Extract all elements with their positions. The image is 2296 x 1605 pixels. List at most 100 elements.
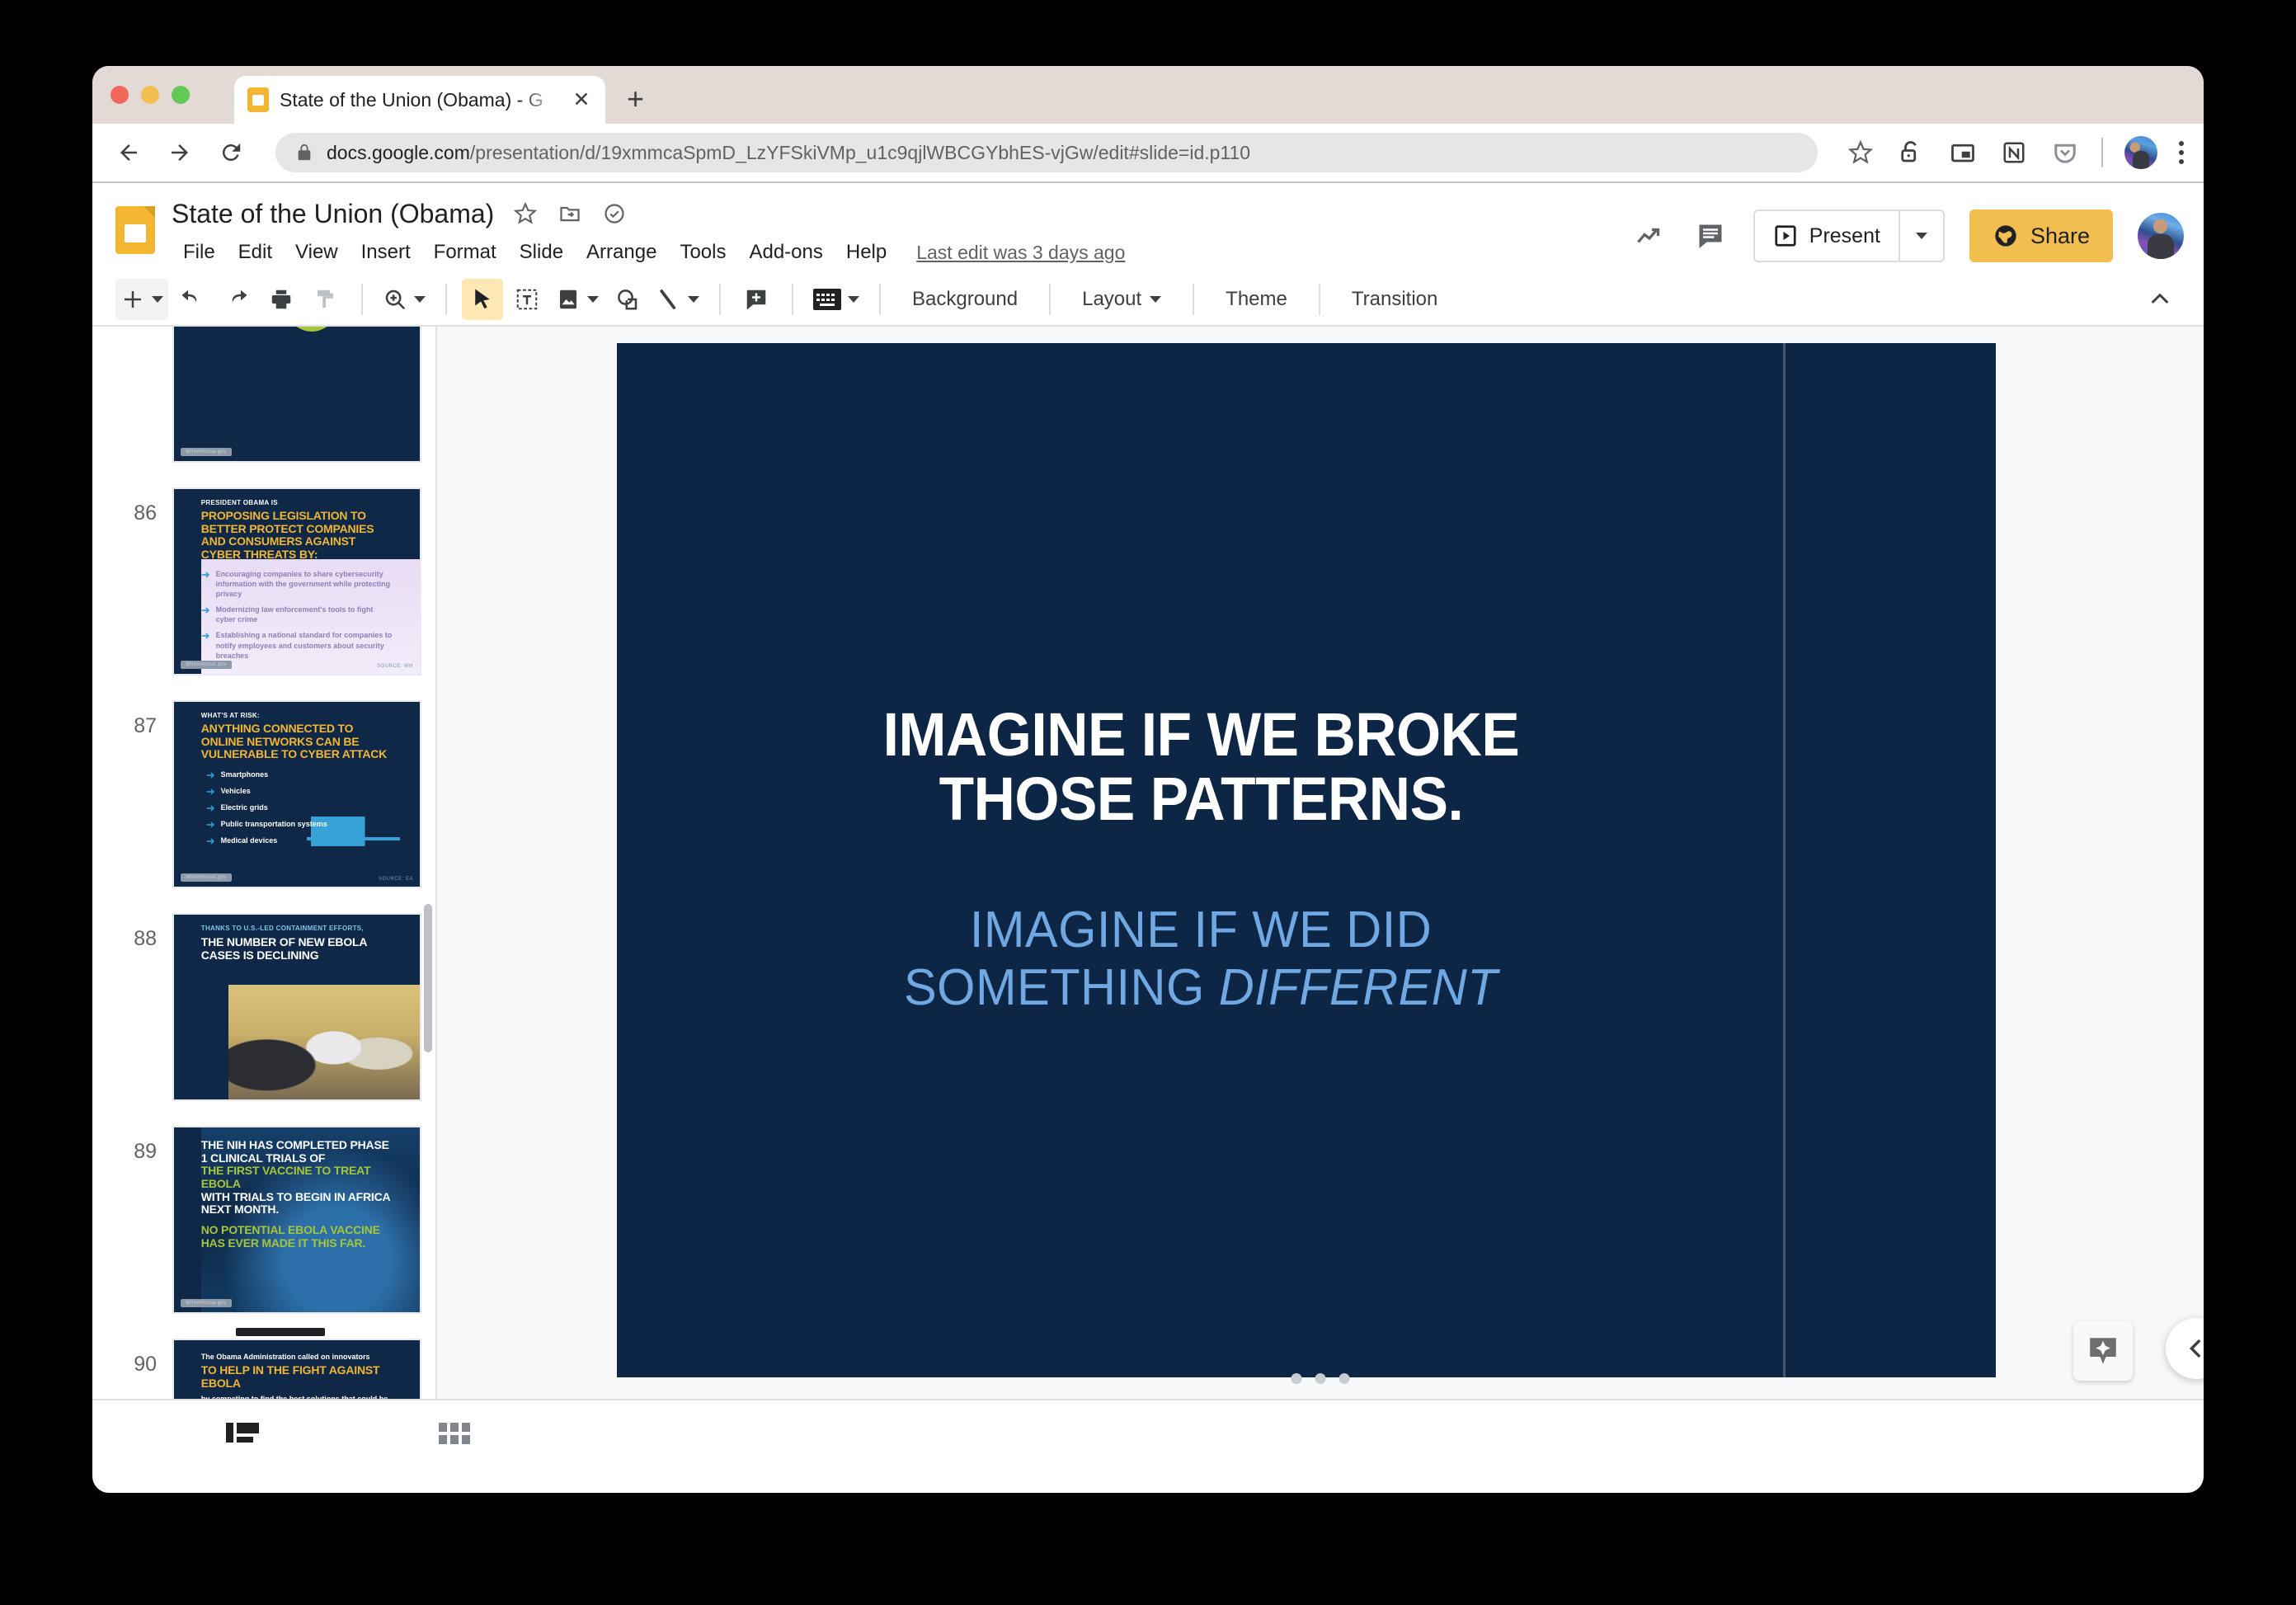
menu-insert[interactable]: Insert [350, 236, 422, 269]
menu-help[interactable]: Help [835, 236, 898, 269]
slide-filmstrip[interactable]: 85 WhiteHouse.gov 86 [92, 327, 437, 1399]
list-item[interactable]: 90 The Obama Administration called on in… [92, 1326, 435, 1399]
unlock-icon[interactable] [1897, 138, 1927, 167]
toolbar-divider [2101, 138, 2103, 167]
insert-image-button[interactable] [551, 279, 604, 320]
bullet-text: Establishing a national standard for com… [215, 631, 393, 660]
back-button[interactable] [112, 136, 145, 169]
browser-tab[interactable]: State of the Union (Obama) - G ✕ [234, 76, 605, 124]
menu-edit[interactable]: Edit [227, 236, 284, 269]
select-tool-button[interactable] [462, 279, 503, 320]
theme-button[interactable]: Theme [1209, 288, 1304, 311]
list-item[interactable]: 88 THANKS TO U.S.-LED CONTAINMENT EFFORT… [92, 901, 435, 1113]
new-slide-button[interactable] [115, 279, 168, 320]
paint-format-button[interactable] [305, 279, 346, 320]
grid-view-button[interactable] [429, 1414, 482, 1453]
thumbnail[interactable]: WHAT'S AT RISK: ANYTHING CONNECTED TO ON… [168, 696, 426, 892]
toolbar-divider [1318, 284, 1320, 315]
reload-button[interactable] [214, 136, 247, 169]
list-item[interactable]: 86 PRESIDENT OBAMA IS PROPOSING LEGISLAT… [92, 475, 435, 688]
menu-arrange[interactable]: Arrange [575, 236, 668, 269]
maximize-window-button[interactable] [172, 86, 190, 104]
star-icon[interactable] [512, 200, 539, 227]
list-item[interactable]: 85 WhiteHouse.gov [92, 327, 435, 475]
chevron-down-icon [152, 296, 163, 303]
filmstrip-horizontal-scrollbar[interactable] [236, 1328, 325, 1336]
profile-avatar[interactable] [2124, 136, 2157, 169]
add-comment-button[interactable] [736, 279, 777, 320]
transition-button[interactable]: Transition [1335, 288, 1454, 311]
redo-button[interactable] [216, 279, 257, 320]
list-item[interactable]: 87 WHAT'S AT RISK: ANYTHING CONNECTED TO… [92, 688, 435, 901]
close-window-button[interactable] [111, 86, 129, 104]
window-traffic-lights[interactable] [111, 86, 190, 104]
undo-button[interactable] [172, 279, 213, 320]
filmstrip-view-button[interactable] [216, 1414, 269, 1453]
menu-slide[interactable]: Slide [508, 236, 575, 269]
shape-button[interactable] [607, 279, 648, 320]
collapse-panel-button[interactable] [2166, 1318, 2204, 1379]
account-avatar[interactable] [2138, 213, 2184, 259]
slide-text-block[interactable]: IMAGINE IF WE BROKE THOSE PATTERNS. IMAG… [617, 343, 1786, 1377]
notion-icon[interactable] [1999, 138, 2029, 167]
bullet-item: ➜ Encouraging companies to share cybersec… [201, 569, 393, 599]
slide-canvas-area[interactable]: IMAGINE IF WE BROKE THOSE PATTERNS. IMAG… [437, 327, 2204, 1399]
thumbnail[interactable]: PRESIDENT OBAMA IS PROPOSING LEGISLATION… [168, 483, 426, 680]
thumbnail[interactable]: THE NIH HAS COMPLETED PHASE 1 CLINICAL T… [168, 1122, 426, 1318]
slide-headline-line1: IMAGINE IF WE BROKE [882, 699, 1520, 769]
chevron-down-icon [1150, 296, 1162, 303]
close-tab-icon[interactable]: ✕ [571, 89, 592, 111]
thumb-subhead: by competing to find the best solutions … [201, 1394, 393, 1399]
slides-logo-icon[interactable] [115, 206, 155, 254]
filmstrip-scrollbar[interactable] [424, 327, 432, 1399]
keyboard-shortcut-button[interactable] [808, 279, 864, 320]
background-button[interactable]: Background [896, 288, 1034, 311]
menu-format[interactable]: Format [422, 236, 508, 269]
print-button[interactable] [261, 279, 302, 320]
page-title[interactable]: State of the Union (Obama) [172, 199, 494, 229]
forward-button[interactable] [163, 136, 196, 169]
present-dropdown-button[interactable] [1898, 211, 1943, 261]
new-tab-button[interactable]: + [627, 84, 644, 114]
bullet-text: Electric grids [220, 803, 268, 812]
comment-icon[interactable] [1692, 218, 1729, 254]
menu-view[interactable]: View [284, 236, 350, 269]
address-bar[interactable]: docs.google.com/presentation/d/19xmmcaSp… [275, 133, 1818, 172]
zoom-button[interactable] [378, 279, 430, 320]
bookmark-star-icon[interactable] [1846, 138, 1875, 167]
picture-in-picture-icon[interactable] [1948, 138, 1978, 167]
add-comment-icon [746, 289, 766, 310]
explore-button[interactable] [2073, 1321, 2133, 1381]
thumbnail[interactable]: THANKS TO U.S.-LED CONTAINMENT EFFORTS, … [168, 909, 426, 1105]
thumb-headline: THE NUMBER OF NEW EBOLA CASES IS DECLINI… [200, 935, 367, 962]
share-button[interactable]: Share [1969, 209, 2113, 262]
image-icon [560, 289, 576, 309]
bullet-text: Encouraging companies to share cybersecu… [215, 569, 391, 598]
activity-trend-icon[interactable] [1631, 218, 1668, 254]
chrome-menu-icon[interactable] [2179, 141, 2184, 164]
menu-addons[interactable]: Add-ons [737, 236, 834, 269]
line-button[interactable] [652, 279, 704, 320]
minimize-window-button[interactable] [141, 86, 159, 104]
present-button[interactable]: Present [1755, 211, 1898, 261]
speaker-notes-handle[interactable] [1291, 1373, 1350, 1384]
list-item[interactable]: 89 THE NIH HAS COMPLETED PHASE 1 CLINICA… [92, 1113, 435, 1326]
menu-file[interactable]: File [172, 236, 227, 269]
bullet-text: Medical devices [220, 836, 278, 845]
thumbnail[interactable]: The Obama Administration called on innov… [168, 1334, 426, 1399]
scrollbar-thumb[interactable] [424, 904, 432, 1052]
menu-tools[interactable]: Tools [668, 236, 737, 269]
current-slide[interactable]: IMAGINE IF WE BROKE THOSE PATTERNS. IMAG… [617, 343, 1996, 1377]
layout-button[interactable]: Layout [1066, 288, 1178, 311]
move-to-folder-icon[interactable] [557, 200, 583, 227]
thumbnail[interactable]: WhiteHouse.gov [168, 327, 426, 467]
collapse-toolbar-button[interactable] [2139, 279, 2181, 320]
slide-thumbnail-87: WHAT'S AT RISK: ANYTHING CONNECTED TO ON… [174, 702, 420, 887]
cloud-saved-icon[interactable] [601, 200, 628, 227]
chevron-down-icon [414, 296, 426, 303]
slide-subheadline-line2: SOMETHING DIFFERENT [904, 959, 1498, 1018]
last-edit-link[interactable]: Last edit was 3 days ago [916, 242, 1125, 264]
text-box-button[interactable] [506, 279, 548, 320]
bullet-item: ➜ Medical devices [206, 835, 393, 846]
pocket-icon[interactable] [2050, 138, 2080, 167]
